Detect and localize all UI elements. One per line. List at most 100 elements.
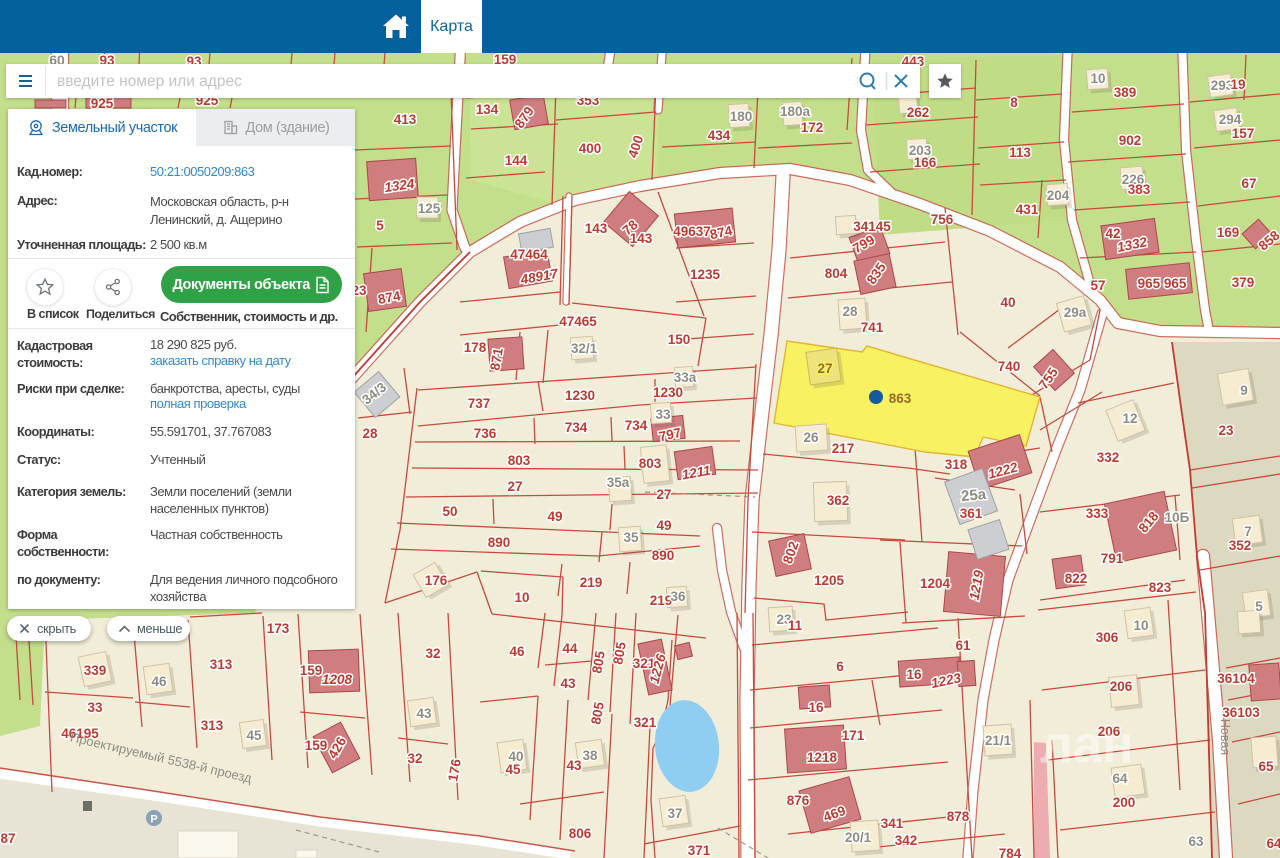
svg-text:313: 313 (201, 718, 224, 733)
svg-text:313: 313 (210, 657, 233, 672)
svg-text:823: 823 (1149, 580, 1172, 595)
svg-text:332: 332 (1097, 450, 1120, 465)
svg-text:173: 173 (267, 621, 290, 636)
svg-text:863: 863 (889, 391, 912, 406)
svg-text:1208: 1208 (322, 672, 353, 687)
svg-text:341: 341 (881, 816, 904, 831)
svg-text:87: 87 (0, 831, 15, 846)
svg-text:Новая: Новая (1218, 719, 1232, 755)
svg-text:64: 64 (1266, 836, 1280, 851)
svg-text:1230: 1230 (565, 388, 595, 403)
svg-text:803: 803 (508, 453, 531, 468)
svg-text:50: 50 (442, 504, 457, 519)
svg-text:734: 734 (625, 418, 648, 433)
svg-text:43: 43 (566, 758, 582, 773)
svg-text:262: 262 (907, 105, 930, 120)
svg-text:204: 204 (1047, 188, 1070, 203)
svg-text:47464: 47464 (510, 247, 548, 262)
svg-text:9: 9 (1240, 383, 1248, 398)
svg-text:171: 171 (842, 728, 865, 743)
svg-text:217: 217 (832, 441, 855, 456)
svg-text:294: 294 (1219, 112, 1242, 127)
svg-text:219: 219 (650, 593, 673, 608)
svg-text:35: 35 (623, 530, 639, 545)
svg-text:741: 741 (861, 320, 884, 335)
svg-text:49: 49 (547, 509, 562, 524)
svg-text:43: 43 (416, 706, 432, 721)
svg-text:32: 32 (425, 646, 440, 661)
svg-text:125: 125 (418, 201, 441, 216)
svg-text:159: 159 (300, 663, 323, 678)
svg-text:42: 42 (1105, 226, 1120, 241)
svg-text:5: 5 (376, 218, 384, 233)
svg-text:38: 38 (582, 748, 598, 763)
svg-text:143: 143 (585, 221, 608, 236)
svg-text:361: 361 (960, 506, 983, 521)
svg-text:876: 876 (787, 793, 810, 808)
svg-text:902: 902 (1119, 133, 1142, 148)
svg-text:734: 734 (565, 420, 588, 435)
svg-text:878: 878 (947, 809, 970, 824)
svg-text:306: 306 (1096, 630, 1119, 645)
svg-text:736: 736 (474, 426, 497, 441)
svg-text:362: 362 (827, 493, 850, 508)
svg-text:36: 36 (670, 589, 686, 604)
svg-text:434: 434 (708, 128, 731, 143)
svg-text:371: 371 (688, 843, 711, 858)
svg-text:7: 7 (1244, 524, 1252, 539)
svg-text:16: 16 (808, 700, 824, 715)
svg-text:19: 19 (1230, 77, 1245, 92)
svg-text:45: 45 (505, 762, 521, 777)
svg-text:лан: лан (1040, 716, 1133, 774)
svg-text:45: 45 (246, 728, 262, 743)
svg-text:806: 806 (569, 826, 592, 841)
svg-text:29a: 29a (1064, 305, 1087, 320)
svg-text:1205: 1205 (814, 573, 845, 588)
svg-text:169: 169 (1217, 225, 1240, 240)
svg-text:180: 180 (730, 109, 753, 124)
svg-text:321: 321 (634, 715, 657, 730)
svg-text:383: 383 (1128, 182, 1151, 197)
svg-text:1230: 1230 (653, 385, 683, 400)
svg-text:33: 33 (655, 407, 671, 422)
svg-text:431: 431 (1016, 202, 1039, 217)
svg-text:49637: 49637 (673, 224, 711, 239)
svg-text:134: 134 (476, 102, 499, 117)
svg-text:784: 784 (999, 846, 1022, 858)
svg-text:203: 203 (909, 143, 932, 158)
svg-text:965 965: 965 965 (1138, 276, 1187, 291)
svg-text:803: 803 (639, 456, 662, 471)
svg-text:219: 219 (580, 575, 603, 590)
svg-text:67: 67 (1241, 176, 1256, 191)
svg-text:11: 11 (788, 618, 803, 633)
svg-text:20/1: 20/1 (845, 830, 872, 845)
svg-text:890: 890 (652, 548, 675, 563)
svg-text:35а: 35а (607, 475, 630, 490)
svg-text:46: 46 (151, 674, 167, 689)
svg-text:159: 159 (305, 738, 328, 753)
svg-text:172: 172 (801, 120, 824, 135)
svg-text:1204: 1204 (920, 576, 951, 591)
svg-text:180a: 180a (780, 104, 811, 119)
svg-text:413: 413 (394, 112, 417, 127)
svg-text:737: 737 (468, 396, 491, 411)
svg-text:6: 6 (836, 659, 844, 674)
svg-text:27: 27 (507, 479, 522, 494)
svg-text:46: 46 (509, 644, 525, 659)
svg-text:113: 113 (1009, 145, 1031, 160)
svg-text:57: 57 (1090, 278, 1105, 293)
svg-text:32: 32 (407, 751, 422, 766)
svg-text:32/1: 32/1 (571, 341, 598, 356)
svg-text:27: 27 (656, 487, 671, 502)
svg-text:47465: 47465 (559, 314, 597, 329)
svg-text:28: 28 (842, 304, 858, 319)
svg-text:379: 379 (1232, 275, 1255, 290)
svg-text:36103: 36103 (1222, 705, 1260, 720)
svg-text:63: 63 (1188, 834, 1204, 849)
svg-text:206: 206 (1110, 679, 1133, 694)
svg-text:23: 23 (1218, 423, 1234, 438)
svg-text:740: 740 (998, 359, 1021, 374)
svg-text:16: 16 (906, 667, 922, 682)
svg-text:339: 339 (84, 663, 107, 678)
svg-text:144: 144 (505, 153, 528, 168)
